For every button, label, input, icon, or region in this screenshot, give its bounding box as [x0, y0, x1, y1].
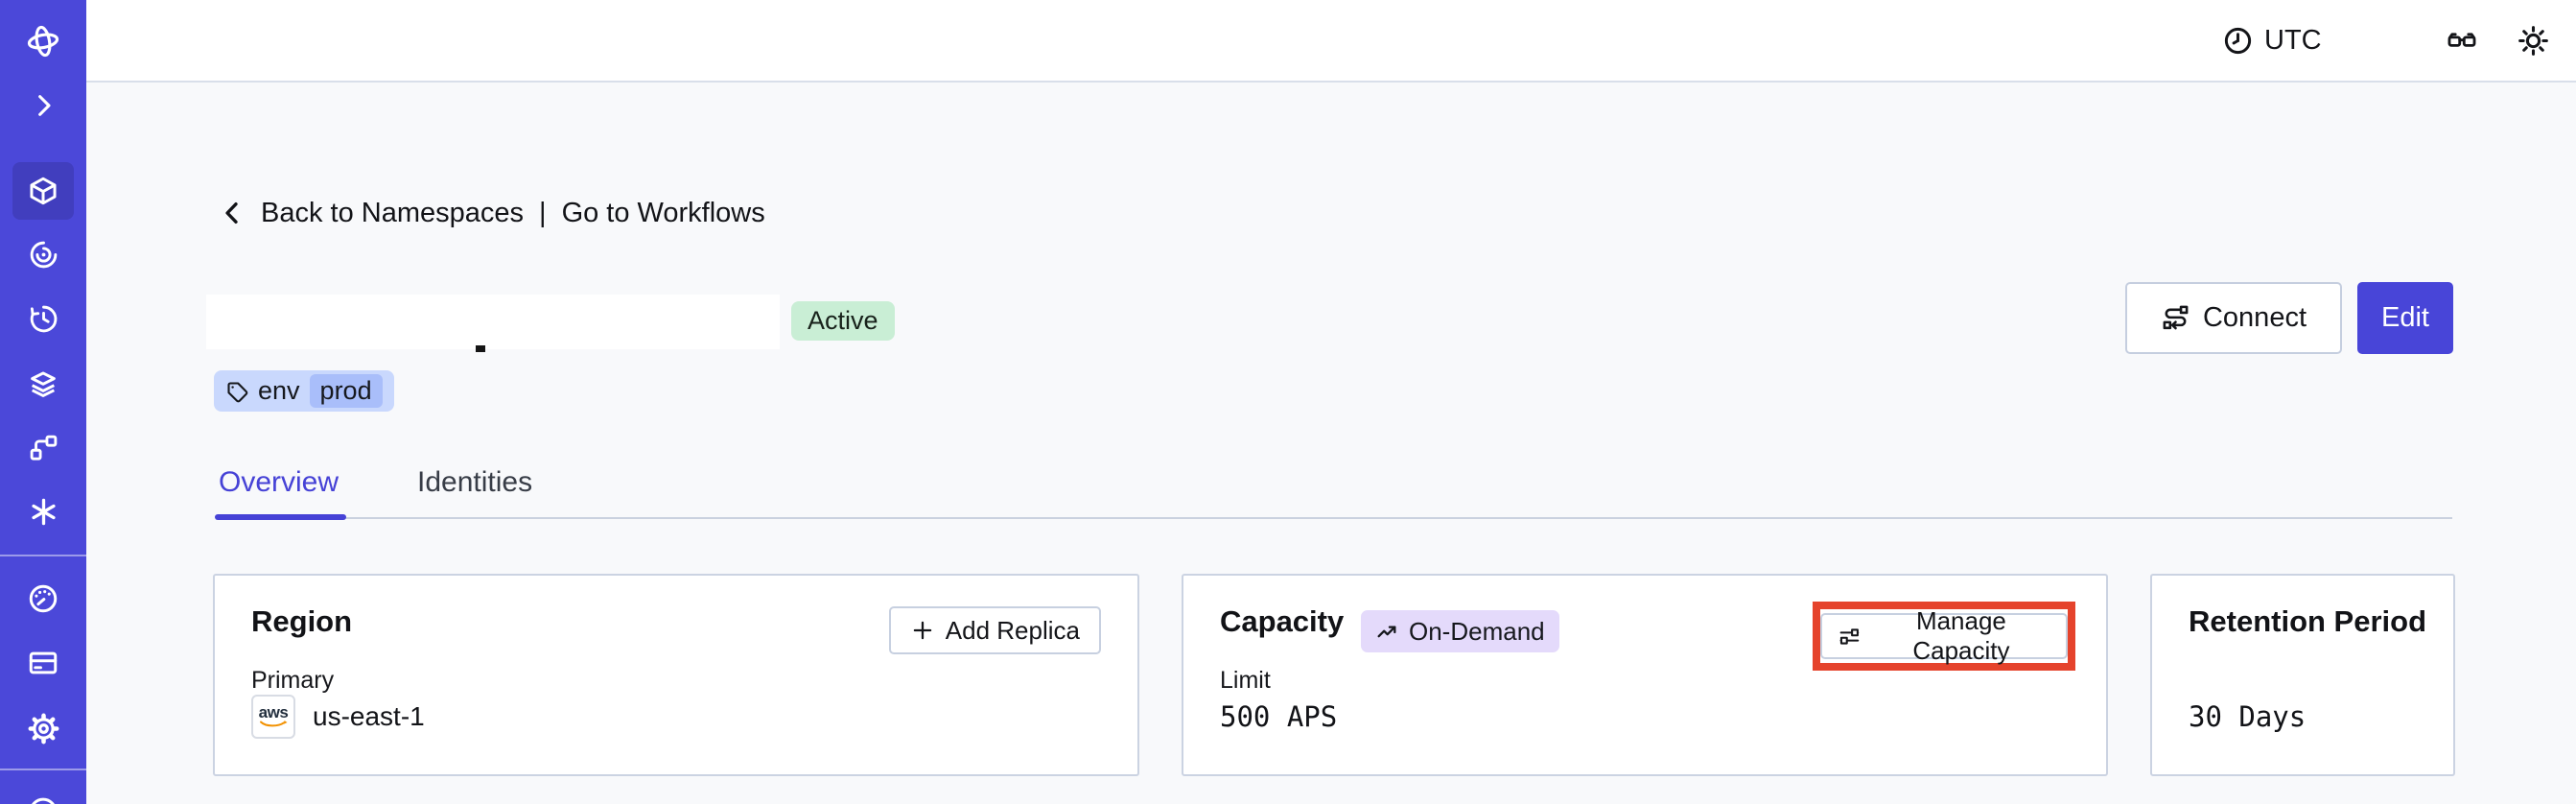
breadcrumb: Back to Namespaces | Go to Workflows [217, 192, 765, 234]
sidebar-item-account[interactable] [0, 792, 86, 804]
manage-capacity-label: Manage Capacity [1912, 606, 2010, 665]
sidebar-item-billing[interactable] [0, 647, 86, 679]
labs-glasses-button[interactable] [2446, 0, 2478, 81]
temporal-logo-icon[interactable] [0, 23, 86, 59]
edit-button-label: Edit [2381, 302, 2429, 333]
sidebar-item-settings[interactable] [0, 712, 86, 745]
aws-provider-icon: aws [251, 695, 295, 739]
namespace-tag-chip[interactable]: env prod [214, 370, 394, 412]
sidebar-item-nexus[interactable] [0, 239, 86, 271]
retention-card: Retention Period 30 Days [2150, 574, 2455, 776]
clock-history-icon [30, 305, 57, 333]
sidebar-nav [0, 0, 86, 804]
glasses-icon [2447, 33, 2476, 47]
chevron-right-icon [38, 95, 51, 116]
region-card-title: Region [251, 604, 353, 638]
capacity-card-title: Capacity [1220, 604, 1345, 638]
sidebar-item-nexus-services[interactable] [0, 496, 86, 528]
sidebar-divider [0, 769, 86, 770]
billing-card-icon [29, 651, 58, 674]
sidebar-item-batch[interactable] [0, 367, 86, 400]
limit-value: 500 APS [1220, 700, 1338, 733]
add-replica-label: Add Replica [945, 615, 1080, 645]
sun-icon [2518, 25, 2548, 56]
primary-label: Primary [251, 667, 335, 694]
edit-button[interactable]: Edit [2357, 282, 2453, 354]
gauge-icon [29, 584, 58, 613]
add-replica-button[interactable]: Add Replica [888, 606, 1101, 654]
tab-identities[interactable]: Identities [417, 466, 532, 499]
back-chevron-icon[interactable] [217, 198, 247, 228]
on-demand-badge: On-Demand [1361, 610, 1559, 652]
swirl-icon [30, 241, 57, 269]
manage-capacity-button[interactable]: Manage Capacity [1820, 606, 2068, 665]
timezone-selector[interactable]: UTC [2223, 0, 2322, 81]
active-tab-underline [215, 514, 346, 520]
status-badge-label: Active [808, 306, 878, 335]
breadcrumb-separator: | [539, 197, 547, 228]
region-value: us-east-1 [313, 701, 425, 731]
sidebar-item-usage[interactable] [0, 582, 86, 615]
connect-button[interactable]: Connect [2125, 282, 2342, 354]
account-circle-icon [32, 797, 55, 804]
retention-card-title: Retention Period [2189, 604, 2427, 638]
breadcrumb-back-link[interactable]: Back to Namespaces [261, 198, 524, 229]
tab-bar: Overview Identities [219, 466, 532, 499]
status-badge: Active [791, 301, 895, 341]
tag-key: env [258, 376, 300, 405]
tab-baseline-divider [219, 517, 2452, 519]
sidebar-expand-button[interactable] [0, 90, 86, 121]
tab-overview[interactable]: Overview [219, 466, 339, 499]
trending-up-icon [1377, 625, 1396, 637]
aws-smile [260, 721, 288, 727]
sliders-icon [1839, 627, 1860, 645]
tag-icon [227, 381, 248, 402]
annotation-highlight-box: Manage Capacity [1813, 602, 2075, 671]
theme-toggle-button[interactable] [2517, 0, 2550, 81]
primary-region-row: aws us-east-1 [251, 695, 425, 739]
limit-label: Limit [1220, 667, 1271, 694]
plus-icon [913, 621, 932, 640]
gear-icon [28, 713, 59, 745]
clock-icon [2224, 27, 2252, 54]
sidebar-item-deployments[interactable] [0, 432, 86, 463]
layers-icon [31, 371, 56, 397]
top-bar: UTC [86, 0, 2576, 83]
temporal-cloud-namespace-page: UTC Back to Namespaces | Go to Workflows… [0, 0, 2576, 804]
capacity-card: Capacity On-Demand Limit 500 APS Manage … [1182, 574, 2108, 776]
breadcrumb-workflows-link[interactable]: Go to Workflows [562, 198, 765, 229]
sidebar-item-schedules[interactable] [0, 303, 86, 335]
on-demand-label: On-Demand [1409, 616, 1545, 646]
cube-icon [30, 177, 57, 205]
sidebar-item-namespaces[interactable] [0, 175, 86, 207]
workflow-branch-icon [30, 435, 57, 461]
timezone-label: UTC [2264, 24, 2322, 56]
region-card: Region Add Replica Primary aws us-east-1 [213, 574, 1139, 776]
asterisk-icon [31, 498, 56, 526]
title-artifact-dot [476, 345, 485, 352]
redacted-namespace-title [206, 295, 780, 349]
connect-flow-icon [2163, 305, 2189, 330]
tag-value: prod [309, 374, 383, 408]
retention-value: 30 Days [2189, 700, 2307, 733]
sidebar-divider [0, 555, 86, 556]
connect-button-label: Connect [2202, 302, 2307, 333]
